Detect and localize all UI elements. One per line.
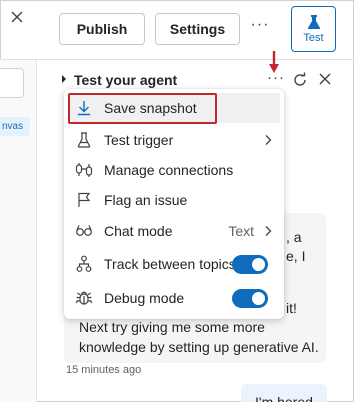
menu-item-label: Debug mode bbox=[104, 290, 185, 306]
bot-message-fragment: e, I bbox=[286, 248, 306, 264]
menu-item-test-trigger[interactable]: Test trigger bbox=[68, 125, 280, 155]
test-button[interactable]: Test bbox=[291, 6, 336, 52]
user-message-bubble: I'm hered bbox=[241, 384, 327, 402]
menu-item-label: Manage connections bbox=[104, 162, 234, 178]
refresh-icon[interactable] bbox=[292, 72, 308, 88]
test-button-label: Test bbox=[303, 32, 324, 44]
agent-more-button[interactable]: ··· bbox=[267, 69, 285, 86]
bot-message-fragment: , a bbox=[286, 229, 302, 245]
left-pane-input[interactable] bbox=[0, 68, 24, 98]
debug-mode-toggle[interactable] bbox=[232, 289, 268, 308]
flask-icon bbox=[307, 15, 320, 29]
annotation-highlight-box bbox=[68, 93, 217, 124]
menu-item-label: Chat mode bbox=[104, 223, 173, 239]
message-timestamp: 15 minutes ago bbox=[66, 364, 142, 376]
track-topics-toggle[interactable] bbox=[232, 255, 268, 274]
menu-item-label: Track between topics bbox=[104, 256, 236, 272]
left-pane-tag[interactable]: nvas bbox=[0, 117, 30, 136]
close-icon[interactable] bbox=[318, 72, 332, 86]
menu-item-label: Test trigger bbox=[104, 132, 174, 148]
chat-mode-value-text: Text bbox=[228, 223, 254, 239]
top-toolbar: Publish Settings ··· Test bbox=[0, 0, 354, 60]
flag-icon bbox=[74, 190, 94, 210]
connections-icon bbox=[74, 160, 94, 180]
bot-message-fragment: it! bbox=[286, 300, 297, 316]
chevron-right-icon[interactable] bbox=[60, 74, 68, 84]
publish-button[interactable]: Publish bbox=[59, 13, 145, 45]
settings-button[interactable]: Settings bbox=[155, 13, 240, 45]
menu-item-flag-issue[interactable]: Flag an issue bbox=[68, 185, 280, 215]
menu-item-manage-connections[interactable]: Manage connections bbox=[68, 155, 280, 185]
bot-message-text: Next try giving me some more knowledge b… bbox=[79, 319, 319, 355]
chevron-right-icon bbox=[265, 226, 272, 236]
flask-icon bbox=[74, 130, 94, 150]
chevron-right-icon bbox=[264, 134, 272, 146]
left-pane: nvas bbox=[0, 60, 37, 402]
menu-item-label: Flag an issue bbox=[104, 192, 188, 208]
agent-panel-title: Test your agent bbox=[74, 72, 178, 88]
menu-item-track-topics: Track between topics bbox=[68, 249, 280, 279]
chat-mode-value: Text bbox=[228, 223, 272, 239]
close-icon[interactable] bbox=[10, 10, 24, 24]
menu-item-chat-mode[interactable]: Chat mode Text bbox=[68, 216, 280, 246]
track-topics-icon bbox=[74, 254, 94, 274]
bug-icon bbox=[74, 288, 94, 308]
more-options-button[interactable]: ··· bbox=[249, 16, 271, 40]
menu-item-debug-mode: Debug mode bbox=[68, 283, 280, 313]
chat-mode-icon bbox=[74, 221, 94, 241]
